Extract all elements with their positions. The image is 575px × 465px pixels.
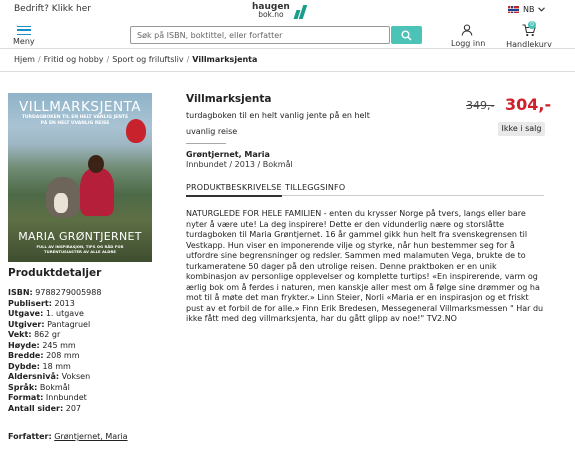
tab-tilleggsinfo[interactable]: TILLEGGSINFO [285, 183, 345, 192]
search-icon [401, 30, 412, 41]
detail-key: Utgave: [8, 309, 44, 318]
detail-row: Vekt: 862 gr [8, 330, 101, 341]
product-title: Villmarksjenta [186, 93, 272, 105]
search-button[interactable] [391, 26, 422, 44]
detail-value: 207 [65, 403, 82, 413]
cover-person-illustration [80, 168, 114, 216]
detail-value: Voksen [61, 372, 91, 381]
detail-row: Dybde: 18 mm [8, 362, 101, 373]
cover-subtitle: TURDAGBOKEN TIL EN HELT VANLIG JENTE PÅ … [21, 115, 129, 126]
site-logo[interactable]: haugen bok.no [252, 2, 310, 20]
cover-dog-illustration [46, 177, 80, 217]
breadcrumb-divider [0, 71, 575, 72]
logo-text: haugen bok.no [252, 3, 290, 19]
detail-row: Utgave: 1. utgave [8, 309, 101, 320]
detail-row: Språk: Bokmål [8, 383, 101, 394]
detail-key: ISBN: [8, 288, 33, 297]
details-list: ISBN: 9788279005988 Publisert: 2013 Utgave… [8, 288, 101, 414]
detail-value: Pantagruel [47, 319, 91, 329]
header-divider [0, 48, 575, 49]
detail-key: Bredde: [8, 351, 44, 360]
current-price: 304,- [505, 95, 552, 114]
detail-value: Bokmål [39, 382, 70, 392]
hamburger-icon [16, 26, 31, 35]
chevron-down-icon [538, 7, 546, 12]
detail-key: Publisert: [8, 298, 52, 308]
login-label: Logg inn [451, 39, 486, 48]
detail-row: Utgiver: Pantagruel [8, 320, 101, 331]
logo-mark-icon [292, 3, 310, 19]
detail-value: 1. utgave [45, 309, 84, 318]
product-format: Innbundet / 2013 / Bokmål [186, 160, 293, 169]
product-author[interactable]: Grøntjernet, Maria [186, 150, 270, 159]
breadcrumb-item-sport[interactable]: Sport og friluftsliv [112, 55, 183, 64]
detail-value: 208 mm [46, 351, 80, 360]
detail-key: Format: [8, 393, 44, 402]
cart-count-badge: 0 [528, 21, 536, 29]
detail-row: Aldersnivå: Voksen [8, 372, 101, 383]
bedrift-link[interactable]: Bedrift? Klikk her [14, 4, 91, 14]
cart-button[interactable]: 0 Handlekurv [506, 21, 552, 49]
product-description: NATURGLEDE FOR HELE FAMILIEN - enten du … [186, 209, 544, 323]
cover-title: VILLMARKSJENTA [19, 99, 141, 115]
detail-key: Utgiver: [8, 319, 45, 329]
stock-status-badge: Ikke i salg [498, 122, 545, 136]
tab-produktbeskrivelse[interactable]: PRODUKTBESKRIVELSE [186, 183, 282, 197]
detail-row: Antall sider: 207 [8, 404, 101, 415]
cover-head-illustration [88, 155, 104, 173]
detail-value: 862 gr [34, 330, 61, 339]
search-input[interactable] [130, 26, 390, 44]
product-subtitle: turdagboken til en helt vanlig jente på … [186, 111, 370, 136]
cover-badge [126, 119, 146, 143]
detail-row: ISBN: 9788279005988 [8, 288, 101, 299]
language-label: NB [523, 5, 535, 14]
forfatter-label: Forfatter: [8, 432, 52, 441]
detail-key: Høyde: [8, 340, 40, 350]
product-tabs: PRODUKTBESKRIVELSE TILLEGGSINFO [186, 181, 544, 197]
menu-button[interactable]: Meny [13, 26, 35, 46]
menu-label: Meny [13, 37, 35, 46]
detail-value: 9788279005988 [35, 288, 102, 297]
detail-key: Aldersnivå: [8, 372, 60, 381]
detail-value: 245 mm [42, 340, 76, 350]
details-heading: Produktdetaljer [8, 267, 102, 279]
breadcrumb: Hjem / Fritid og hobby / Sport og friluftsli… [14, 55, 258, 64]
detail-row: Format: Innbundet [8, 393, 101, 404]
logo-line2: bok.no [258, 10, 284, 19]
breadcrumb-current: Villmarksjenta [192, 55, 258, 64]
cover-footer-text: FULL AV INSPIRASJON, TIPS OG RÅD FOR TUR… [36, 244, 124, 254]
language-selector[interactable]: NB [508, 5, 546, 14]
detail-key: Vekt: [8, 330, 32, 339]
header: Meny Logg inn 0 Handlekurv [0, 21, 575, 49]
breadcrumb-item-hjem[interactable]: Hjem [14, 55, 35, 64]
breadcrumb-item-fritid[interactable]: Fritid og hobby [44, 55, 104, 64]
login-button[interactable]: Logg inn [451, 24, 486, 48]
detail-value: 18 mm [42, 361, 71, 371]
cover-author: MARIA GRØNTJERNET [18, 230, 142, 243]
detail-key: Dybde: [8, 361, 40, 371]
title-divider [186, 143, 226, 144]
user-icon [461, 24, 473, 36]
detail-row: Bredde: 208 mm [8, 351, 101, 362]
detail-key: Antall sider: [8, 403, 64, 413]
top-bar: Bedrift? Klikk her haugen bok.no NB [0, 0, 575, 22]
detail-row: Høyde: 245 mm [8, 341, 101, 352]
detail-value: Innbundet [45, 393, 87, 402]
book-cover-image[interactable]: VILLMARKSJENTA TURDAGBOKEN TIL EN HELT V… [8, 93, 152, 262]
detail-key: Språk: [8, 382, 38, 392]
forfatter-link[interactable]: Grøntjernet, Maria [54, 432, 127, 441]
details-forfatter: Forfatter: Grøntjernet, Maria [8, 432, 128, 441]
old-price: 349,- [466, 99, 495, 112]
detail-value: 2013 [54, 298, 75, 308]
detail-row: Publisert: 2013 [8, 299, 101, 310]
norway-flag-icon [508, 6, 519, 13]
